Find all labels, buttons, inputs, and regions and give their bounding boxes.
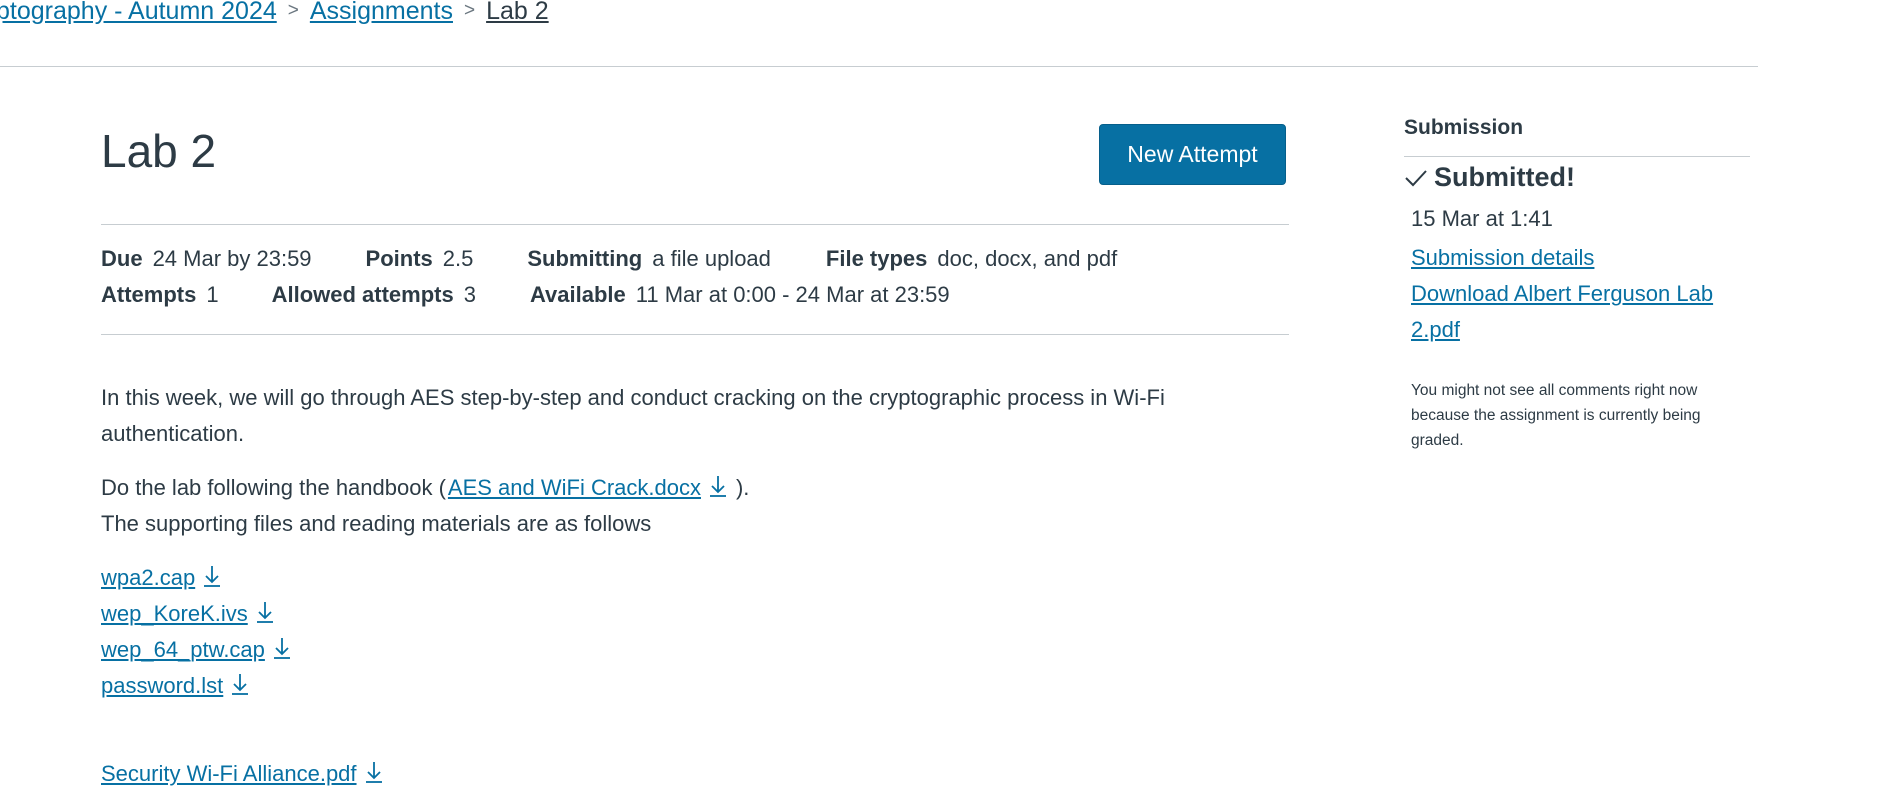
breadcrumb: ptography - Autumn 2024 > Assignments > … (0, 0, 549, 31)
file-item: Security Wi-Fi Alliance.pdf (101, 756, 385, 792)
download-icon[interactable] (707, 473, 729, 499)
handbook-link[interactable]: AES and WiFi Crack.docx (448, 475, 701, 500)
handbook-prefix: Do the lab following the handbook ( (101, 475, 446, 500)
breadcrumb-current-link[interactable]: Lab 2 (486, 0, 549, 26)
file-link-wep-korek[interactable]: wep_KoreK.ivs (101, 601, 248, 626)
allowed-attempts-label: Allowed attempts (271, 282, 454, 307)
file-types-label: File types (825, 246, 928, 271)
submission-details-link[interactable]: Submission details (1411, 240, 1751, 276)
file-link-password[interactable]: password.lst (101, 673, 223, 698)
points-label: Points (365, 246, 433, 271)
file-item: wep_64_ptw.cap (101, 632, 385, 668)
submission-divider (1404, 156, 1750, 157)
submitting-label: Submitting (527, 246, 643, 271)
details-divider-top (101, 224, 1289, 225)
attempts-label: Attempts (101, 282, 197, 307)
download-icon[interactable] (271, 635, 293, 661)
page-title: Lab 2 (101, 125, 217, 177)
due-value: 24 Mar by 23:59 (152, 246, 312, 271)
allowed-attempts-value: 3 (463, 282, 476, 307)
supporting-text: The supporting files and reading materia… (101, 511, 652, 536)
submission-status-text: Submitted! (1434, 162, 1575, 192)
grading-note: You might not see all comments right now… (1411, 382, 1701, 449)
attempts-value: 1 (206, 282, 219, 307)
assignment-details-row-1: Due 24 Mar by 23:59 Points 2.5 Submittin… (101, 246, 1117, 272)
submission-links: Submission details Download Albert Fergu… (1411, 240, 1751, 348)
submitting-value: a file upload (652, 246, 771, 271)
handbook-suffix: ). (735, 475, 750, 500)
download-icon[interactable] (229, 671, 251, 697)
available-label: Available (529, 282, 626, 307)
new-attempt-button[interactable]: New Attempt (1099, 124, 1286, 185)
description-intro: In this week, we will go through AES ste… (101, 385, 1165, 446)
breadcrumb-separator: > (287, 0, 299, 21)
file-item: password.lst (101, 668, 385, 704)
download-icon[interactable] (363, 759, 385, 785)
submission-heading: Submission (1404, 116, 1524, 139)
download-icon[interactable] (201, 563, 223, 589)
due-label: Due (101, 246, 143, 271)
download-icon[interactable] (254, 599, 276, 625)
file-types-value: doc, docx, and pdf (937, 246, 1118, 271)
submission-status: Submitted! (1404, 162, 1575, 193)
download-submission-link[interactable]: Download Albert Ferguson Lab 2.pdf (1411, 276, 1751, 348)
header-divider (0, 66, 1758, 67)
check-icon (1404, 166, 1428, 190)
file-link-security-wifi-alliance[interactable]: Security Wi-Fi Alliance.pdf (101, 761, 357, 786)
file-item: wep_KoreK.ivs (101, 596, 385, 632)
assignment-details-row-2: Attempts 1 Allowed attempts 3 Available … (101, 282, 950, 308)
points-value: 2.5 (442, 246, 474, 271)
file-item: wpa2.cap (101, 560, 385, 596)
breadcrumb-assignments-link[interactable]: Assignments (310, 0, 453, 26)
breadcrumb-separator: > (463, 0, 476, 21)
breadcrumb-course-link[interactable]: ptography - Autumn 2024 (0, 0, 277, 26)
file-link-wpa2[interactable]: wpa2.cap (101, 565, 195, 590)
available-value: 11 Mar at 0:00 - 24 Mar at 23:59 (635, 282, 950, 307)
assignment-description: In this week, we will go through AES ste… (101, 380, 1291, 452)
file-list: wpa2.cap wep_KoreK.ivs wep_64_ptw.cap pa… (101, 560, 385, 792)
file-link-wep-64-ptw[interactable]: wep_64_ptw.cap (101, 637, 265, 662)
submission-date: 15 Mar at 1:41 (1411, 206, 1553, 231)
assignment-instructions: Do the lab following the handbook (AES a… (101, 470, 1291, 542)
details-divider-bottom (101, 334, 1289, 335)
